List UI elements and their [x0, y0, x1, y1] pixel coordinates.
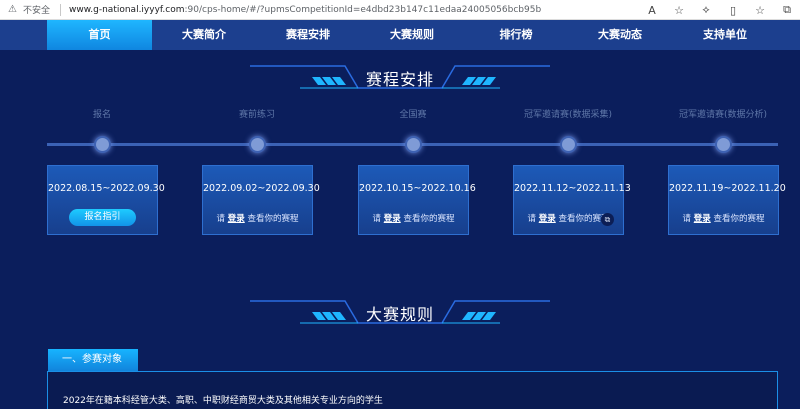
warning-icon: ⚠: [8, 4, 17, 15]
screenshot-tool-icon[interactable]: ⧉: [601, 213, 614, 226]
extensions-icon[interactable]: ⟡: [699, 3, 713, 17]
nav-item-leaderboard[interactable]: 排行榜: [464, 20, 568, 50]
login-link[interactable]: 登录: [228, 214, 245, 224]
nav-item-home[interactable]: 首页: [47, 20, 152, 50]
stage-date: 2022.10.15~2022.10.16: [359, 183, 476, 194]
stage-label: 冠军邀请赛(数据采集): [523, 110, 613, 120]
stage-label: 赛前练习: [238, 110, 275, 120]
login-prefix: 请: [527, 214, 537, 224]
login-link[interactable]: 登录: [694, 214, 711, 224]
favorite-star-icon[interactable]: ☆: [672, 4, 686, 17]
nav-item-schedule[interactable]: 赛程安排: [256, 20, 360, 50]
login-prefix: 请: [682, 214, 692, 224]
schedule-section-header: 赛程安排: [0, 60, 800, 94]
divider: [60, 3, 62, 16]
stage-card-signup: 2022.08.15~2022.09.30 报名指引: [47, 165, 165, 235]
stage-date: 2022.11.12~2022.11.13: [514, 183, 631, 194]
login-prompt: 请 登录 查看你的赛程: [669, 212, 778, 224]
timeline-dot: [560, 136, 577, 153]
stage-label: 全国赛: [399, 110, 427, 120]
security-label[interactable]: 不安全: [23, 3, 50, 16]
login-prefix: 请: [216, 214, 226, 224]
nav-item-rules[interactable]: 大赛规则: [360, 20, 464, 50]
main-nav: 首页 大赛简介 赛程安排 大赛规则 排行榜 大赛动态 支持单位: [0, 20, 800, 50]
timeline-dot: [405, 136, 422, 153]
rules-participants-text: 2022年在籍本科经管大类、高职、中职财经商贸大类及其他相关专业方向的学生: [63, 396, 383, 406]
split-screen-icon[interactable]: ▯: [726, 4, 740, 17]
nav-item-intro[interactable]: 大赛简介: [152, 20, 256, 50]
timeline-dot: [715, 136, 732, 153]
login-suffix: 查看你的赛程: [403, 214, 455, 224]
url-path: :90/cps-home/#/?upmsCompetitionId=e4dbd2…: [184, 4, 542, 15]
login-link[interactable]: 登录: [384, 214, 401, 224]
favorites-icon[interactable]: ☆: [753, 4, 767, 17]
collections-icon[interactable]: ⧉: [780, 3, 794, 17]
rules-tab-participants[interactable]: 一、参赛对象: [48, 349, 138, 371]
rules-title: 大赛规则: [365, 305, 434, 324]
stage-label: 冠军邀请赛(数据分析): [678, 110, 768, 120]
url-field[interactable]: www.g-national.iyyyf.com:90/cps-home/#/?…: [69, 5, 541, 15]
timeline-dot: [249, 136, 266, 153]
nav-item-supporters[interactable]: 支持单位: [672, 20, 778, 50]
rules-section-header: 大赛规则: [0, 295, 800, 329]
stage-date: 2022.08.15~2022.09.30: [48, 183, 165, 194]
stage-card-practice: 2022.09.02~2022.09.30 请 登录 查看你的赛程: [202, 165, 320, 235]
browser-toolbar: A ☆ ⟡ ▯ ☆ ⧉: [645, 0, 794, 20]
stage-card-invitational-analysis: 2022.11.19~2022.11.20 请 登录 查看你的赛程: [668, 165, 786, 235]
login-link[interactable]: 登录: [539, 214, 556, 224]
schedule-title: 赛程安排: [365, 70, 434, 89]
stage-card-national: 2022.10.15~2022.10.16 请 登录 查看你的赛程: [358, 165, 476, 235]
login-prompt: 请 登录 查看你的赛程: [359, 212, 468, 224]
stage-label: 报名: [92, 110, 111, 120]
read-aloud-icon[interactable]: A: [645, 4, 659, 17]
timeline-dot: [94, 136, 111, 153]
stage-date: 2022.11.19~2022.11.20: [669, 183, 786, 194]
browser-address-bar: ⚠ 不安全 www.g-national.iyyyf.com:90/cps-ho…: [0, 0, 800, 20]
stage-date: 2022.09.02~2022.09.30: [203, 183, 320, 194]
login-suffix: 查看你的赛程: [247, 214, 299, 224]
login-prefix: 请: [372, 214, 382, 224]
nav-item-news[interactable]: 大赛动态: [568, 20, 672, 50]
login-suffix: 查看你的赛程: [713, 214, 765, 224]
signup-guide-button[interactable]: 报名指引: [69, 209, 136, 226]
login-prompt: 请 登录 查看你的赛程: [203, 212, 312, 224]
url-host: www.g-national.iyyyf.com: [69, 4, 185, 15]
